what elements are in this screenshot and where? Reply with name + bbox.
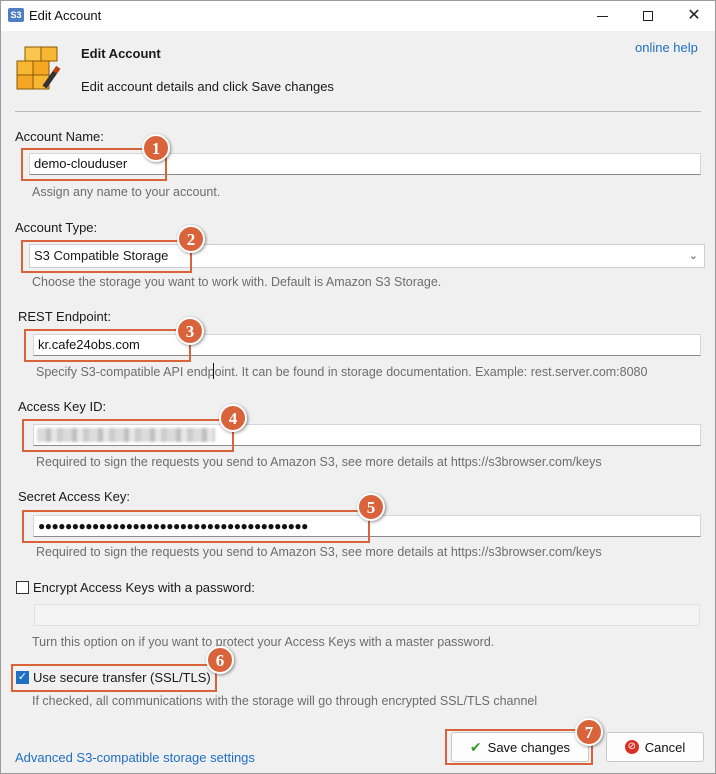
- text-cursor: [213, 363, 214, 379]
- maximize-icon: [643, 11, 653, 21]
- window-title: Edit Account: [29, 8, 102, 23]
- edit-account-dialog: S3 Edit Account ✕ Edit Account Edit acco…: [0, 0, 716, 774]
- account-name-hint: Assign any name to your account.: [32, 185, 221, 199]
- close-button[interactable]: ✕: [671, 1, 716, 31]
- account-type-label: Account Type:: [15, 220, 98, 235]
- cancel-button[interactable]: ⊘ Cancel: [606, 732, 704, 762]
- title-bar: S3 Edit Account ✕: [1, 1, 715, 31]
- encrypt-keys-checkbox[interactable]: [16, 581, 29, 594]
- header-divider: [15, 111, 701, 112]
- account-type-hint: Choose the storage you want to work with…: [32, 275, 442, 289]
- secret-key-hint: Required to sign the requests you send t…: [36, 545, 602, 559]
- cancel-label: Cancel: [644, 739, 686, 755]
- advanced-settings-link[interactable]: Advanced S3-compatible storage settings: [15, 750, 255, 765]
- callout-highlight-2: [21, 240, 192, 273]
- callout-badge-3: 3: [176, 317, 204, 345]
- callout-highlight-6: [11, 664, 217, 692]
- access-key-id-label: Access Key ID:: [18, 399, 107, 414]
- secret-key-label: Secret Access Key:: [18, 489, 130, 504]
- secure-transfer-hint: If checked, all communications with the …: [32, 694, 538, 708]
- callout-badge-2: 2: [177, 225, 205, 253]
- callout-highlight-5: [22, 510, 370, 543]
- dialog-subtitle: Edit account details and click Save chan…: [81, 79, 334, 94]
- minimize-icon: [596, 15, 608, 17]
- callout-highlight-4: [22, 419, 234, 452]
- rest-endpoint-label: REST Endpoint:: [18, 309, 111, 324]
- app-icon: S3: [8, 8, 24, 22]
- cancel-icon: ⊘: [624, 740, 639, 754]
- chevron-down-icon: ⌄: [688, 250, 698, 262]
- callout-badge-6: 6: [206, 646, 234, 674]
- callout-highlight-7: [445, 729, 593, 765]
- encrypt-keys-hint: Turn this option on if you want to prote…: [32, 635, 495, 649]
- dialog-heading: Edit Account: [81, 46, 161, 61]
- rest-endpoint-hint: Specify S3-compatible API endpoint. It c…: [36, 365, 648, 379]
- close-icon: ✕: [687, 7, 701, 24]
- callout-badge-5: 5: [357, 493, 385, 521]
- callout-highlight-3: [24, 329, 191, 362]
- encrypt-keys-label: Encrypt Access Keys with a password:: [33, 580, 255, 595]
- maximize-button[interactable]: [625, 1, 671, 31]
- master-password-input: [34, 604, 700, 626]
- callout-badge-7: 7: [575, 718, 603, 746]
- minimize-button[interactable]: [579, 1, 625, 31]
- access-key-id-hint: Required to sign the requests you send t…: [36, 455, 602, 469]
- callout-badge-1: 1: [142, 134, 170, 162]
- callout-badge-4: 4: [219, 404, 247, 432]
- online-help-link[interactable]: online help: [635, 40, 698, 55]
- boxes-logo-icon: [16, 46, 61, 90]
- account-name-label: Account Name:: [15, 129, 104, 144]
